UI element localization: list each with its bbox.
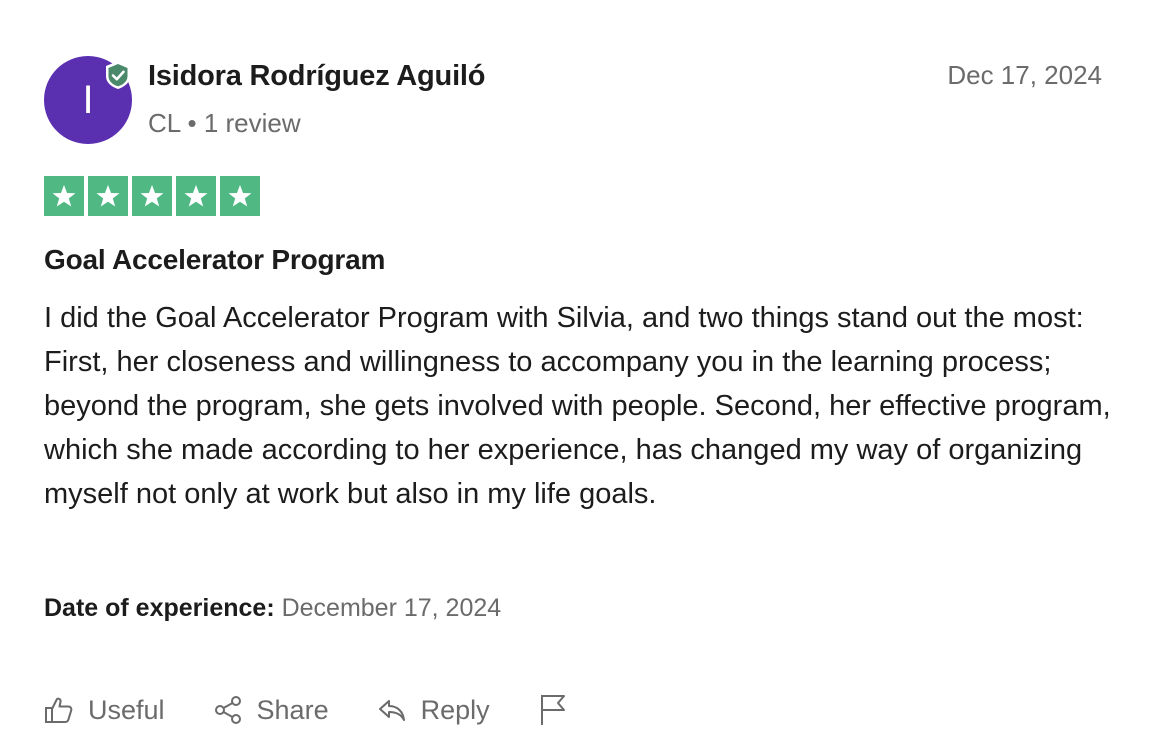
reviewer-name[interactable]: Isidora Rodríguez Aguiló <box>148 60 485 93</box>
reviewer-meta: CL • 1 review <box>148 108 301 138</box>
reply-label: Reply <box>420 694 490 725</box>
review-date: Dec 17, 2024 <box>947 60 1102 90</box>
review-card: I Isidora Rodríguez Aguiló CL • 1 review… <box>0 0 1168 756</box>
star-icon <box>220 176 260 216</box>
share-icon <box>213 695 243 725</box>
experience-date: December 17, 2024 <box>281 594 502 622</box>
star-rating <box>44 176 260 216</box>
star-icon <box>88 176 128 216</box>
review-title: Goal Accelerator Program <box>44 244 386 275</box>
verified-check-icon <box>104 60 132 90</box>
flag-icon <box>538 693 568 727</box>
experience-label: Date of experience: <box>44 594 275 622</box>
review-actions: Useful Share Reply <box>44 690 568 730</box>
report-button[interactable] <box>538 693 568 727</box>
review-body: I did the Goal Accelerator Program with … <box>44 302 1111 510</box>
reply-button[interactable]: Reply <box>377 695 490 726</box>
star-icon <box>176 176 216 216</box>
star-icon <box>44 176 84 216</box>
useful-button[interactable]: Useful <box>44 695 165 726</box>
reply-icon <box>377 695 407 725</box>
share-label: Share <box>256 694 329 725</box>
avatar-initial: I <box>82 77 94 122</box>
useful-label: Useful <box>88 694 165 725</box>
thumbs-up-icon <box>44 695 74 725</box>
date-of-experience: Date of experience: December 17, 2024 <box>44 594 501 623</box>
star-icon <box>132 176 172 216</box>
share-button[interactable]: Share <box>213 695 329 726</box>
